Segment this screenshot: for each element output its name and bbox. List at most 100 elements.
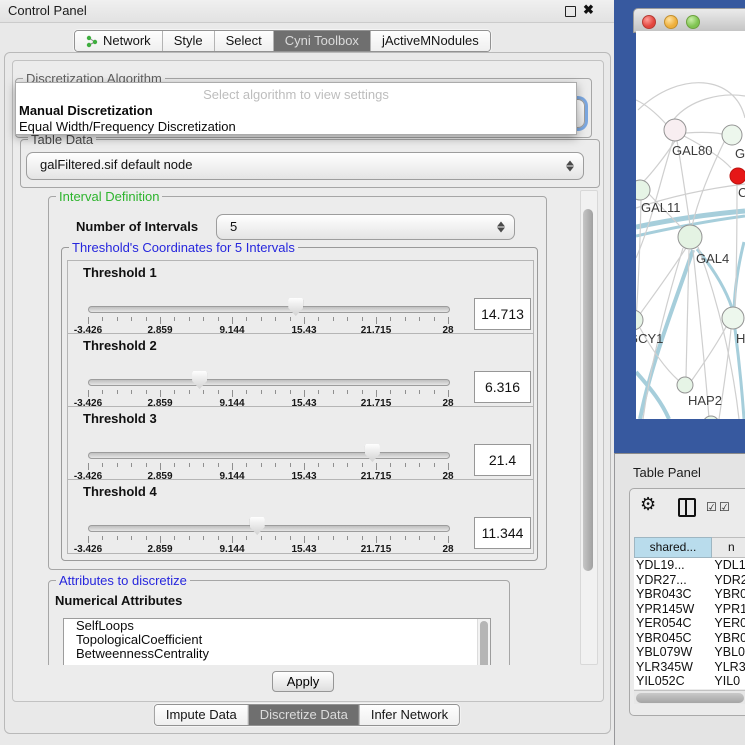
tab-impute-data[interactable]: Impute Data: [155, 705, 248, 725]
combo-arrows-icon: [566, 160, 574, 173]
attribute-item-selfloops[interactable]: SelfLoops: [64, 619, 490, 633]
cytoscape-desktop: GAL80GACGAL11GAL4GCY1HHAP2: [614, 0, 745, 453]
attribute-item-topologicalcoefficient[interactable]: TopologicalCoefficient: [64, 633, 490, 647]
threshold-panel-3: Threshold 3-3.4262.8599.14415.4321.71528…: [67, 406, 534, 481]
slider-ticks: [88, 463, 448, 471]
threshold-slider[interactable]: -3.4262.8599.14415.4321.71528: [88, 371, 448, 407]
interval-definition-group: Interval Definition Number of Intervals …: [48, 196, 547, 570]
threshold-value-field[interactable]: 14.713: [474, 298, 531, 330]
close-traffic-light-icon[interactable]: [642, 15, 656, 29]
slider-rail[interactable]: [88, 452, 450, 459]
network-node[interactable]: [730, 168, 745, 184]
threshold-label: Threshold 2: [83, 338, 157, 353]
close-icon[interactable]: ✖: [583, 2, 594, 18]
column-header-name[interactable]: n: [712, 537, 745, 558]
table-data-combobox[interactable]: galFiltered.sif default node: [26, 152, 584, 180]
table-row[interactable]: YDL19...YDL1: [634, 558, 745, 573]
zoom-traffic-light-icon[interactable]: [686, 15, 700, 29]
tab-jactivemnodules[interactable]: jActiveMNodules: [370, 31, 490, 51]
list-scrollbar[interactable]: [477, 619, 490, 665]
tab-label: Network: [103, 31, 151, 51]
network-node[interactable]: [703, 416, 719, 419]
network-node[interactable]: [636, 310, 643, 330]
scrollbar-thumb[interactable]: [583, 209, 593, 571]
node-label-h: H: [736, 331, 745, 346]
table-row[interactable]: YIL052CYIL0: [634, 674, 745, 689]
table-row[interactable]: YDR27...YDR2: [634, 573, 745, 588]
float-window-icon[interactable]: [565, 6, 576, 17]
table-row[interactable]: YER054CYER0: [634, 616, 745, 631]
tab-network[interactable]: Network: [75, 31, 162, 51]
network-node[interactable]: [677, 377, 693, 393]
slider-rail[interactable]: [88, 525, 450, 532]
slider-ticks: [88, 390, 448, 398]
slider-thumb[interactable]: [192, 371, 207, 389]
slider-rail[interactable]: [88, 379, 450, 386]
slider-thumb[interactable]: [250, 517, 265, 535]
node-label-gal4: GAL4: [696, 251, 729, 266]
number-of-intervals-value: 5: [230, 215, 237, 239]
slider-rail[interactable]: [88, 306, 450, 313]
node-label-gal80: GAL80: [672, 143, 712, 158]
tab-style[interactable]: Style: [162, 31, 214, 51]
deselect-all-checkbox-icon[interactable]: ☑: [719, 500, 730, 514]
dropdown-hint-item: Select algorithm to view settings: [16, 87, 576, 102]
settings-scrollbar[interactable]: [580, 190, 598, 665]
gear-icon[interactable]: ⚙: [640, 494, 656, 515]
network-window-titlebar[interactable]: [633, 8, 745, 33]
tab-cyni-toolbox[interactable]: Cyni Toolbox: [273, 31, 370, 51]
numerical-attributes-list[interactable]: SelfLoopsTopologicalCoefficientBetweenne…: [63, 618, 491, 665]
network-edge: [692, 327, 726, 380]
slider-thumb[interactable]: [365, 444, 380, 462]
threshold-value-field[interactable]: 6.316: [474, 371, 531, 403]
control-panel-window: Control Panel ✖ Network StyleSelect Cyni T…: [0, 0, 615, 745]
cell-shared-name: YBR045C: [634, 631, 714, 646]
tab-label: Infer Network: [371, 705, 448, 725]
dropdown-item-equal-width-frequency-discretization[interactable]: Equal Width/Frequency Discretization: [19, 119, 236, 134]
tab-select[interactable]: Select: [214, 31, 273, 51]
threshold-slider[interactable]: -3.4262.8599.14415.4321.71528: [88, 444, 448, 480]
table-header: shared... n: [634, 537, 745, 558]
screen: Control Panel ✖ Network StyleSelect Cyni T…: [0, 0, 745, 745]
threshold-slider[interactable]: -3.4262.8599.14415.4321.71528: [88, 298, 448, 334]
network-canvas[interactable]: GAL80GACGAL11GAL4GCY1HHAP2: [636, 31, 745, 419]
table-row[interactable]: YBR043CYBR0: [634, 587, 745, 602]
network-node[interactable]: [678, 225, 702, 249]
node-label-hap2: HAP2: [688, 393, 722, 408]
apply-button[interactable]: Apply: [272, 671, 334, 692]
network-node[interactable]: [722, 307, 744, 329]
select-all-checkbox-icon[interactable]: ☑: [706, 500, 717, 514]
network-node[interactable]: [636, 180, 650, 200]
table-row[interactable]: YBL079WYBL0: [634, 645, 745, 660]
table-row[interactable]: YLR345WYLR3: [634, 660, 745, 675]
network-edge: [644, 141, 675, 181]
slider-tick-labels: -3.4262.8599.14415.4321.71528: [88, 544, 448, 554]
group-title-attributes: Attributes to discretize: [56, 573, 190, 588]
minimize-traffic-light-icon[interactable]: [664, 15, 678, 29]
slider-thumb[interactable]: [288, 298, 303, 316]
table-row[interactable]: YPR145WYPR1: [634, 602, 745, 617]
tab-label: Cyni Toolbox: [285, 31, 359, 51]
dropdown-item-manual-discretization[interactable]: Manual Discretization: [19, 103, 153, 118]
number-of-intervals-combobox[interactable]: 5: [216, 214, 515, 240]
scrollbar-thumb[interactable]: [636, 693, 744, 703]
attribute-item-betweennesscentrality[interactable]: BetweennessCentrality: [64, 647, 490, 661]
columns-icon[interactable]: [678, 498, 696, 517]
tab-label: Discretize Data: [260, 705, 348, 725]
threshold-value-field[interactable]: 11.344: [474, 517, 531, 549]
tab-infer-network[interactable]: Infer Network: [359, 705, 459, 725]
control-panel-titlebar[interactable]: Control Panel ✖: [0, 0, 614, 23]
table-horizontal-scrollbar[interactable]: [634, 690, 745, 704]
network-node[interactable]: [664, 119, 686, 141]
network-node[interactable]: [722, 125, 742, 145]
threshold-value-field[interactable]: 21.4: [474, 444, 531, 476]
network-icon: [86, 35, 98, 48]
column-header-shared-name[interactable]: shared...: [634, 537, 712, 558]
cell-shared-name: YER054C: [634, 616, 714, 631]
threshold-panel-1: Threshold 1-3.4262.8599.14415.4321.71528…: [67, 260, 534, 335]
threshold-slider[interactable]: -3.4262.8599.14415.4321.71528: [88, 517, 448, 553]
table-row[interactable]: YBR045CYBR0: [634, 631, 745, 646]
network-view-window: GAL80GACGAL11GAL4GCY1HHAP2: [633, 8, 745, 419]
tab-discretize-data[interactable]: Discretize Data: [248, 705, 359, 725]
cell-shared-name: YDR27...: [634, 573, 714, 588]
